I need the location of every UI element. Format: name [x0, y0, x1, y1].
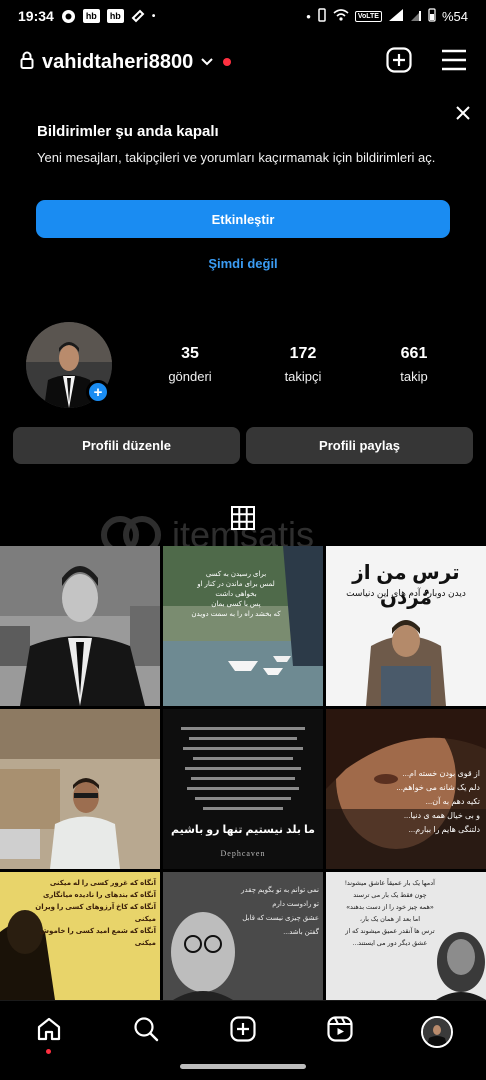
post-tile-3[interactable]: ترس من از مُردن دیدن دوباره آدم های این … — [326, 546, 486, 706]
stat-posts[interactable]: 35 gönderi — [150, 345, 230, 384]
profile-header: vahidtaheri8800 — [0, 42, 486, 82]
following-label: takip — [400, 369, 428, 384]
dot-icon: • — [151, 10, 156, 22]
banner-title: Bildirimler şu anda kapalı — [37, 123, 219, 140]
banner-text: Yeni mesajları, takipçileri ve yorumları… — [37, 150, 436, 165]
nav-create[interactable] — [223, 1012, 263, 1052]
post-tile-2[interactable]: برای رسیدن به کسی لمس برای ماندن در کنار… — [163, 546, 323, 706]
home-notification-dot — [45, 1048, 51, 1054]
account-switcher[interactable]: vahidtaheri8800 — [42, 51, 193, 74]
signal-icon — [388, 8, 404, 25]
status-bar: 19:34 hb hb • • VoLTE %54 — [0, 0, 486, 32]
hb-app-icon-2: hb — [106, 9, 124, 23]
nav-home[interactable] — [29, 1012, 69, 1054]
create-icon — [230, 1016, 256, 1047]
status-time: 19:34 — [18, 8, 54, 24]
post-5-brand: Dephcaven — [220, 849, 266, 858]
followers-label: takipçi — [284, 369, 322, 384]
posts-grid-tab[interactable] — [231, 506, 255, 530]
tag-icon — [131, 9, 145, 23]
signal-icon-2 — [410, 8, 422, 25]
nav-search[interactable] — [126, 1012, 166, 1052]
search-icon — [133, 1016, 159, 1047]
notifications-off-banner: Bildirimler şu anda kapalı Yeni mesajlar… — [0, 96, 486, 296]
notification-icon — [61, 9, 76, 24]
post-6-text: از قوی بودن خسته ام... دلم یک شانه می خو… — [396, 769, 480, 834]
not-now-button[interactable]: Şimdi değil — [0, 256, 486, 271]
chevron-down-icon[interactable] — [201, 53, 213, 71]
hb-app-icon: hb — [82, 9, 100, 23]
battery-level: %54 — [441, 8, 468, 24]
create-post-button[interactable] — [386, 46, 412, 78]
post-tile-5[interactable]: ما بلد نیستیم تنها رو باشیم Dephcaven — [163, 709, 323, 869]
lock-icon — [20, 51, 34, 74]
volte-badge: VoLTE — [354, 10, 382, 22]
posts-count: 35 — [181, 345, 199, 362]
stat-following[interactable]: 661 takip — [374, 345, 454, 384]
nav-profile[interactable] — [417, 1012, 457, 1052]
vibrate-icon — [317, 7, 327, 25]
post-8-text: نمی توانم به تو بگویم چقدر تو رادوست دار… — [241, 887, 319, 936]
post-tile-1[interactable] — [0, 546, 160, 706]
post-5-footer: ما بلد نیستیم تنها رو باشیم — [171, 824, 315, 836]
profile-avatar — [421, 1015, 454, 1048]
posts-label: gönderi — [168, 369, 212, 384]
share-profile-button[interactable]: Profili paylaş — [246, 427, 473, 464]
reels-icon — [327, 1016, 353, 1047]
close-icon[interactable] — [454, 104, 472, 122]
post-3-subtitle: دیدن دوباره آدم های این دنیاست — [346, 588, 466, 598]
post-tile-6[interactable]: از قوی بودن خسته ام... دلم یک شانه می خو… — [326, 709, 486, 869]
followers-count: 172 — [289, 345, 317, 362]
enable-notifications-button[interactable]: Etkinleştir — [36, 200, 450, 238]
nav-reels[interactable] — [320, 1012, 360, 1052]
post-2-text: برای رسیدن به کسی لمس برای ماندن در کنار… — [191, 571, 281, 618]
edit-profile-button[interactable]: Profili düzenle — [13, 427, 240, 464]
bottom-navigation — [0, 1000, 486, 1062]
stat-followers[interactable]: 172 takipçi — [263, 345, 343, 384]
notification-dot — [223, 58, 232, 66]
wifi-icon — [333, 8, 349, 25]
dot-icon-2: • — [306, 8, 311, 24]
gesture-bar[interactable] — [180, 1064, 306, 1069]
following-count: 661 — [400, 345, 428, 362]
post-7-text: آنگاه که غرور کسی را له میکنی آنگاه که ب… — [35, 880, 156, 947]
post-3-title: ترس من از مُردن — [352, 562, 460, 609]
menu-icon[interactable] — [442, 49, 466, 76]
post-tile-4[interactable] — [0, 709, 160, 869]
add-story-button[interactable]: + — [86, 380, 110, 404]
home-icon — [36, 1016, 62, 1047]
battery-icon — [428, 7, 436, 25]
post-9-text: آدمها یک بار عمیقاً عاشق میشوند! چون فقط… — [345, 880, 435, 947]
